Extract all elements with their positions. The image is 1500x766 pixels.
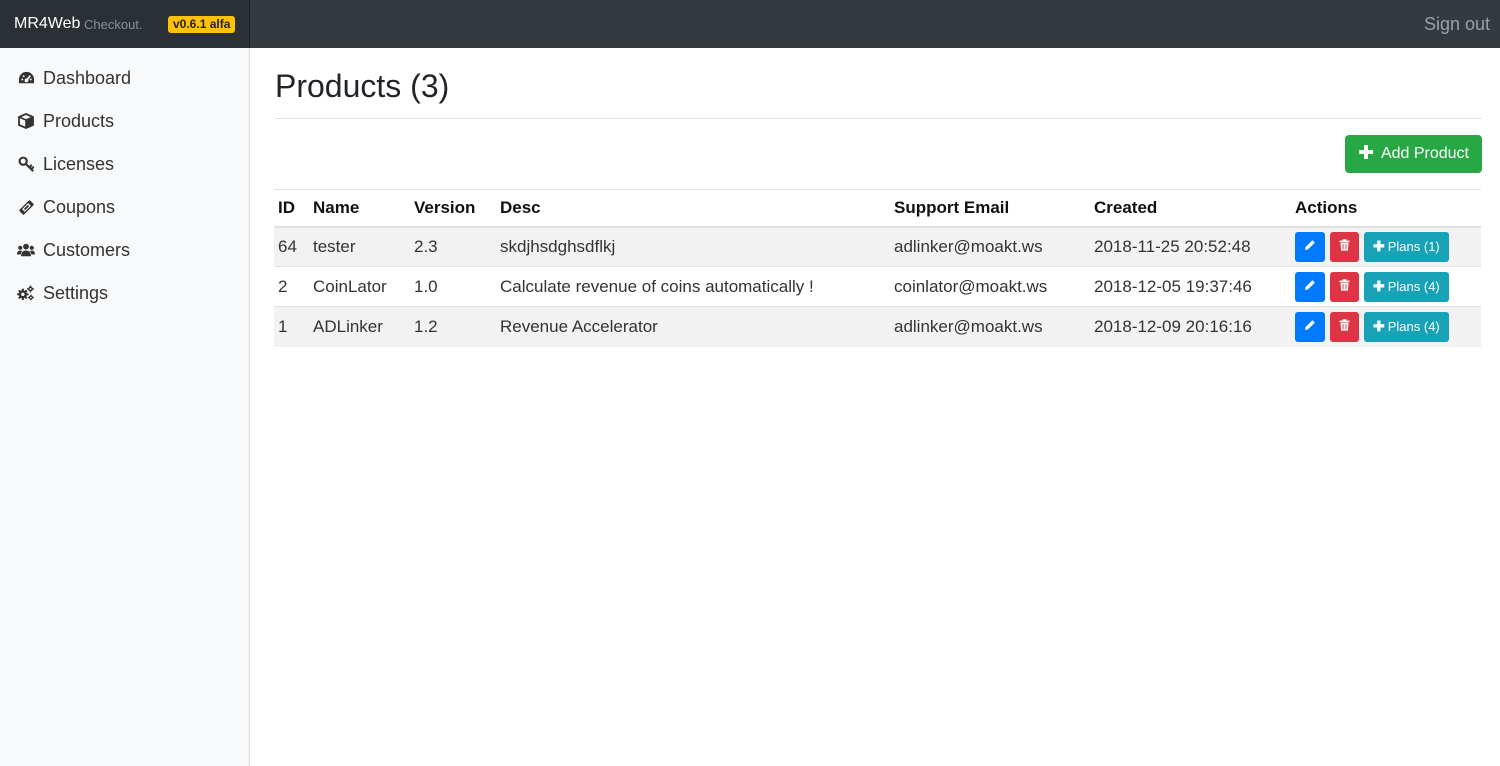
sidebar-item-label: Licenses: [43, 153, 115, 174]
users-icon: [17, 241, 35, 259]
edit-button[interactable]: [1295, 271, 1325, 302]
key-icon: [17, 155, 35, 173]
cell-desc: Revenue Accelerator: [496, 306, 890, 347]
cell-version: 1.2: [410, 306, 496, 347]
cell-name: CoinLator: [309, 266, 410, 307]
plus-icon: ✚: [1373, 278, 1385, 294]
sidebar-item-label: Settings: [43, 282, 109, 303]
delete-button[interactable]: [1330, 231, 1359, 262]
cell-created: 2018-12-09 20:16:16: [1090, 306, 1291, 347]
cell-actions: ✚ Plans (1): [1291, 226, 1481, 267]
gears-icon: [17, 284, 35, 302]
sidebar-item-dashboard[interactable]: Dashboard: [0, 58, 249, 98]
sidebar-item-licenses[interactable]: Licenses: [0, 144, 249, 184]
sidebar-item-settings[interactable]: Settings: [0, 273, 249, 313]
edit-button[interactable]: [1295, 231, 1325, 262]
plus-icon: [1358, 144, 1373, 164]
cell-version: 1.0: [410, 266, 496, 307]
plans-button[interactable]: ✚ Plans (1): [1364, 231, 1449, 262]
cell-email: coinlator@moakt.ws: [890, 266, 1090, 307]
column-header-actions: Actions: [1291, 189, 1481, 228]
plans-label: Plans (4): [1387, 279, 1440, 294]
cell-id: 64: [274, 226, 309, 267]
delete-button[interactable]: [1330, 311, 1359, 342]
delete-button[interactable]: [1330, 271, 1359, 302]
column-header-desc: Desc: [496, 189, 890, 228]
trash-icon: [1339, 279, 1350, 294]
trash-icon: [1339, 319, 1350, 334]
cell-name: tester: [309, 226, 410, 267]
plans-button[interactable]: ✚ Plans (4): [1364, 311, 1449, 342]
plus-icon: ✚: [1373, 318, 1385, 335]
cell-id: 2: [274, 266, 309, 307]
add-product-button[interactable]: Add Product: [1344, 135, 1482, 173]
table-row: 1 ADLinker 1.2 Revenue Accelerator adlin…: [274, 306, 1481, 347]
pencil-icon: [1304, 279, 1316, 294]
table-header-row: ID Name Version Desc Support Email Creat…: [274, 189, 1481, 228]
cell-actions: ✚ Plans (4): [1291, 266, 1481, 307]
sidebar-item-customers[interactable]: Customers: [0, 230, 249, 270]
page-title: Products (3): [275, 68, 450, 104]
products-table: ID Name Version Desc Support Email Creat…: [274, 189, 1481, 347]
sidebar-item-label: Products: [43, 110, 115, 131]
table-row: 64 tester 2.3 skdjhsdghsdflkj adlinker@m…: [274, 226, 1481, 267]
column-header-name: Name: [309, 189, 410, 228]
version-badge: v0.6.1 alfa: [168, 16, 236, 33]
table-row: 2 CoinLator 1.0 Calculate revenue of coi…: [274, 266, 1481, 307]
add-product-label: Add Product: [1380, 145, 1469, 162]
cell-desc: skdjhsdghsdflkj: [496, 226, 890, 267]
sidebar: Dashboard Products Licenses Coupons Cust…: [0, 48, 250, 766]
ticket-icon: [17, 198, 35, 216]
top-navbar: MR4Web Checkout. v0.6.1 alfa Sign out: [0, 0, 1500, 48]
cell-desc: Calculate revenue of coins automatically…: [496, 266, 890, 307]
brand-area[interactable]: MR4Web Checkout. v0.6.1 alfa: [0, 0, 250, 48]
plans-label: Plans (4): [1387, 319, 1440, 335]
plans-button[interactable]: ✚ Plans (4): [1364, 271, 1449, 302]
cell-id: 1: [274, 306, 309, 347]
pencil-icon: [1304, 239, 1316, 254]
pencil-icon: [1304, 319, 1316, 334]
brand-subtitle: Checkout.: [84, 17, 143, 32]
cell-email: adlinker@moakt.ws: [890, 306, 1090, 347]
edit-button[interactable]: [1295, 311, 1325, 342]
cell-created: 2018-12-05 19:37:46: [1090, 266, 1291, 307]
box-icon: [17, 112, 35, 130]
plans-label: Plans (1): [1387, 239, 1440, 255]
sidebar-item-coupons[interactable]: Coupons: [0, 187, 249, 227]
column-header-support-email: Support Email: [890, 189, 1090, 228]
cell-actions: ✚ Plans (4): [1291, 306, 1481, 347]
dashboard-icon: [17, 69, 35, 87]
sidebar-item-products[interactable]: Products: [0, 101, 249, 141]
sidebar-item-label: Dashboard: [43, 67, 132, 88]
column-header-id: ID: [274, 189, 309, 228]
cell-email: adlinker@moakt.ws: [890, 226, 1090, 267]
cell-created: 2018-11-25 20:52:48: [1090, 226, 1291, 267]
trash-icon: [1339, 239, 1350, 254]
brand-name: MR4Web: [14, 15, 81, 32]
sidebar-item-label: Coupons: [43, 196, 116, 217]
column-header-version: Version: [410, 189, 496, 228]
plus-icon: ✚: [1373, 238, 1385, 255]
column-header-created: Created: [1090, 189, 1291, 228]
sidebar-item-label: Customers: [43, 239, 131, 260]
cell-name: ADLinker: [309, 306, 410, 347]
cell-version: 2.3: [410, 226, 496, 267]
sign-out-link[interactable]: Sign out: [1424, 14, 1490, 35]
title-divider: [275, 118, 1482, 119]
